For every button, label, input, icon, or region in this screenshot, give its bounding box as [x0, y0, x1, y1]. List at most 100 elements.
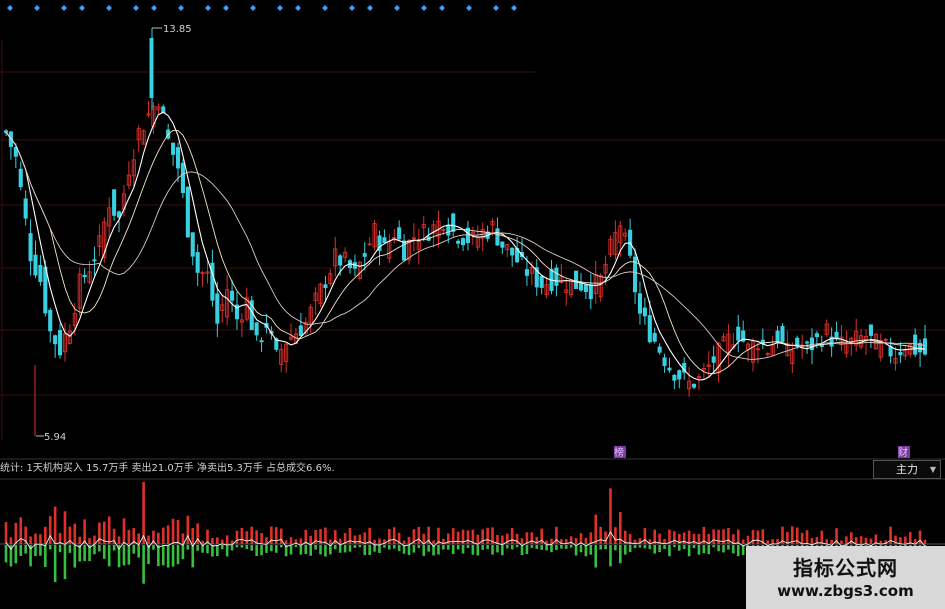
inflow-bar [604, 531, 607, 544]
inflow-bar [584, 537, 588, 544]
outflow-bar [491, 545, 494, 555]
inflow-bar [388, 528, 391, 544]
inflow-bar [157, 532, 160, 544]
outflow-bar [638, 545, 642, 548]
outflow-bar [496, 545, 499, 553]
outflow-bar [722, 545, 725, 553]
candle-body [298, 325, 303, 337]
inflow-bar [486, 527, 489, 544]
outflow-bar [668, 545, 671, 557]
candle-body [780, 325, 785, 342]
outflow-bar [451, 545, 455, 555]
outflow-bar [348, 545, 352, 552]
candle-body [382, 237, 387, 243]
candle-body [38, 264, 43, 282]
outflow-bar [142, 545, 145, 584]
inflow-bar [392, 527, 396, 544]
candle-body [898, 351, 903, 356]
outflow-bar [407, 545, 411, 555]
top-marker-icon [61, 5, 67, 11]
outflow-bar [412, 545, 416, 553]
outflow-bar [633, 545, 637, 549]
candle-body [913, 334, 918, 355]
inflow-bar [840, 540, 843, 544]
inflow-bar [142, 482, 145, 544]
candle-body [149, 38, 154, 98]
inflow-bar [594, 514, 598, 544]
candle-body [446, 224, 451, 236]
inflow-bar [225, 535, 229, 544]
inflow-bar [255, 530, 258, 544]
top-marker-icon [349, 5, 355, 11]
candle-body [583, 284, 588, 293]
outflow-bar [673, 545, 676, 548]
outflow-bar [44, 545, 47, 567]
candle-body [82, 274, 87, 278]
inflow-bar [589, 532, 593, 544]
outflow-bar [378, 545, 381, 553]
candle-body [362, 253, 367, 257]
candle-body [524, 269, 529, 276]
inflow-bar [904, 536, 907, 544]
outflow-bar [471, 545, 475, 555]
outflow-bar [319, 545, 322, 555]
outflow-bar [314, 545, 317, 550]
inflow-bar [166, 525, 170, 544]
outflow-bar [324, 545, 327, 557]
inflow-bar [378, 538, 381, 544]
inflow-bar [599, 526, 602, 544]
inflow-bar [289, 537, 293, 544]
candle-body [642, 307, 647, 317]
watermark-url: www.zbgs3.com [777, 582, 914, 600]
inflow-bar [260, 533, 263, 544]
candle-body [805, 341, 810, 344]
outflow-bar [682, 545, 686, 549]
outflow-bar [446, 545, 450, 550]
outflow-bar [707, 545, 711, 555]
outflow-bar [68, 545, 72, 553]
outflow-bar [358, 545, 362, 548]
outflow-bar [171, 545, 175, 567]
candle-body [175, 147, 181, 169]
stock-chart: 13.85 5.94 榜 财 [0, 5, 945, 584]
top-marker-icon [223, 5, 229, 11]
outflow-bar [14, 545, 18, 564]
inflow-bar [417, 526, 421, 544]
top-marker-icon [34, 5, 40, 11]
candle-body [775, 330, 780, 343]
inflow-bar [476, 534, 480, 544]
top-marker-icon [277, 5, 283, 11]
outflow-bar [505, 545, 509, 549]
outflow-bar [230, 545, 234, 551]
inflow-bar [235, 530, 239, 544]
candle-body [112, 189, 117, 216]
low-price-label: 5.94 [44, 432, 66, 443]
top-marker-icon [511, 5, 517, 11]
inflow-bar [9, 537, 13, 544]
candle-body [451, 213, 456, 232]
top-marker-icon [367, 5, 373, 11]
inflow-bar [510, 527, 514, 544]
inflow-bar [358, 534, 362, 544]
inflow-bar [107, 516, 111, 544]
outflow-bar [501, 545, 504, 556]
candle-body [539, 275, 544, 288]
outflow-bar [343, 545, 347, 553]
inflow-bar [609, 488, 612, 544]
outflow-bar [717, 545, 720, 552]
outflow-bar [614, 545, 617, 551]
outflow-bar [658, 545, 661, 553]
inflow-bar [147, 535, 150, 544]
outflow-bar [535, 545, 539, 549]
inflow-bar [171, 518, 175, 544]
top-marker-icon [79, 5, 85, 11]
candle-body [338, 255, 343, 266]
top-marker-icon [7, 5, 13, 11]
outflow-bar [112, 545, 116, 551]
outflow-bar [176, 545, 180, 565]
top-marker-icon [421, 5, 427, 11]
outflow-bar [486, 545, 489, 550]
candle-body [647, 315, 652, 343]
outflow-bar [623, 545, 627, 555]
main-force-selector[interactable]: 主力 ▼ [873, 460, 941, 479]
